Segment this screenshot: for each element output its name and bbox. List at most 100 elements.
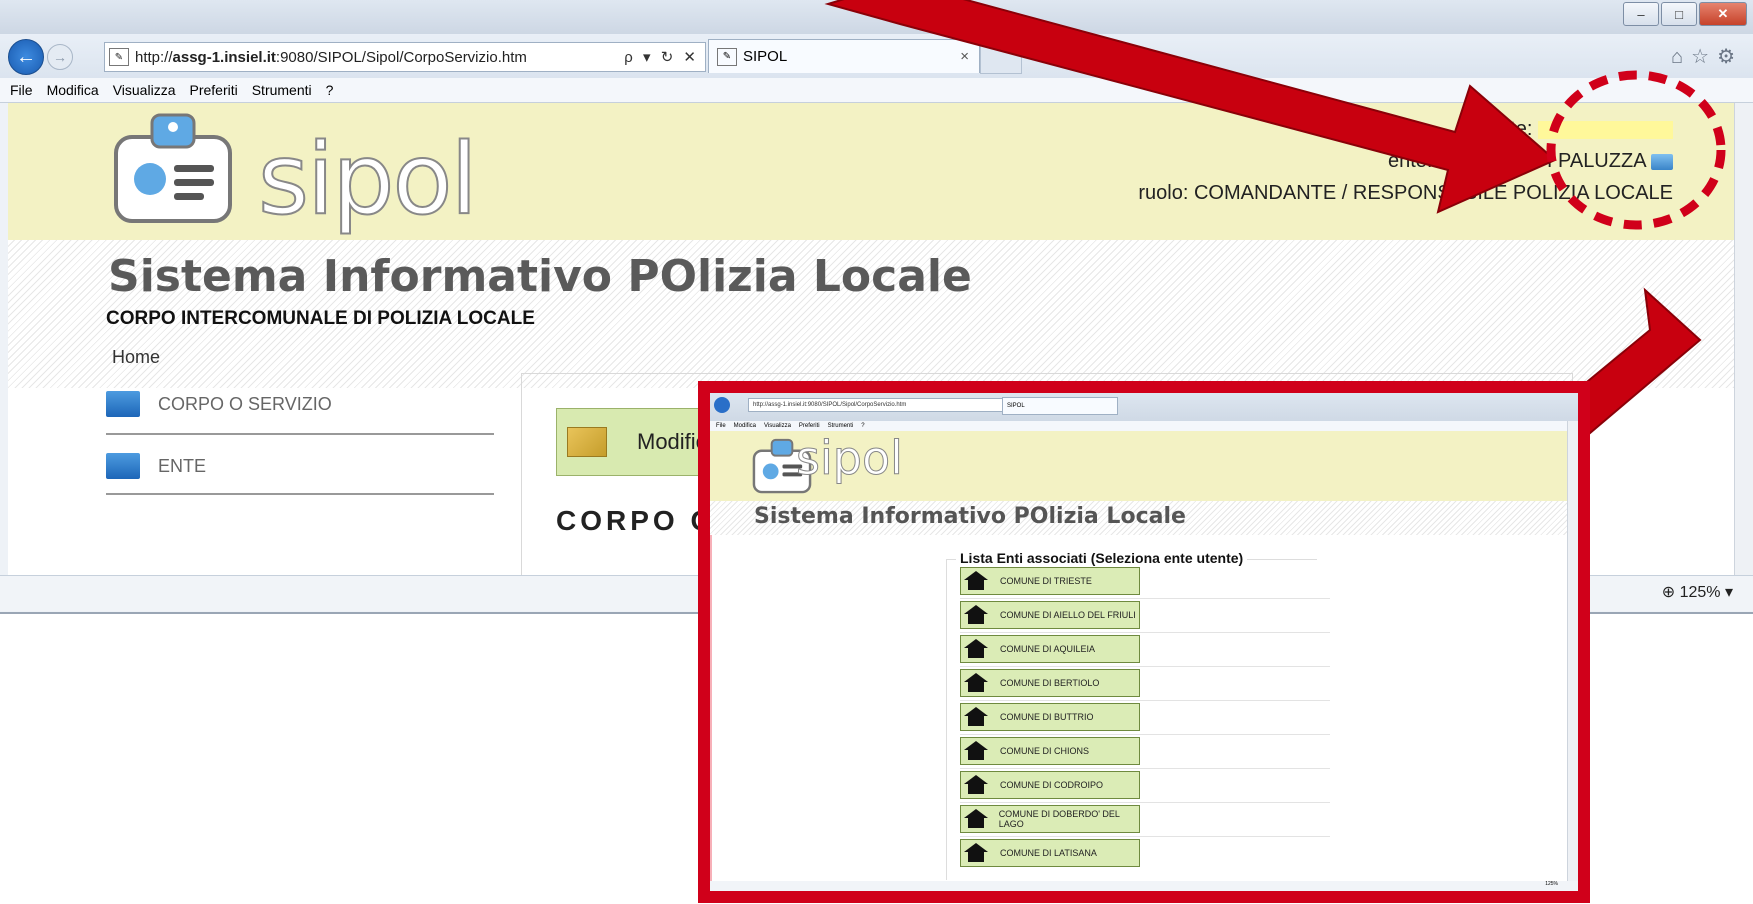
sidebar-item-label: ENTE — [158, 455, 207, 476]
ente-button[interactable]: COMUNE DI TRIESTE — [960, 567, 1140, 595]
system-name: Sistema Informativo POlizia Locale — [108, 251, 972, 302]
menu-file[interactable]: File — [10, 82, 33, 98]
inset-menu-item: Modifica — [733, 423, 757, 429]
folder-icon — [106, 453, 140, 479]
inset-menu-bar: File Modifica Visualizza Preferiti Strum… — [710, 421, 1578, 431]
utente-label: utente: — [1138, 113, 1673, 145]
ente-button[interactable]: COMUNE DI AQUILEIA — [960, 635, 1140, 663]
inset-navigation-bar: http://assg-1.insiel.it:9080/SIPOL/Sipol… — [710, 393, 1578, 421]
ente-label: COMUNE DI CODROIPO — [1000, 780, 1104, 790]
zoomed-inset: http://assg-1.insiel.it:9080/SIPOL/Sipol… — [698, 381, 1590, 903]
ente-label: COMUNE DI BERTIOLO — [1000, 678, 1100, 688]
navigation-bar: ← → ✎ http://assg-1.insiel.it:9080/SIPOL… — [0, 34, 1753, 78]
house-icon — [964, 605, 988, 625]
ente-label: COMUNE DI AIELLO DEL FRIULI — [1000, 610, 1136, 620]
ente-button[interactable]: COMUNE DI BUTTRIO — [960, 703, 1140, 731]
url-prefix: http:// — [135, 48, 173, 66]
menu-bar: File Modifica Visualizza Preferiti Strum… — [0, 78, 1753, 103]
favicon-icon: ✎ — [109, 48, 129, 66]
sidebar-divider — [106, 433, 494, 435]
ente-button[interactable]: COMUNE DI LATISANA — [960, 839, 1140, 867]
folder-icon — [106, 391, 140, 417]
ente-label: COMUNE DI DOBERDO' DEL LAGO — [998, 809, 1120, 829]
url-path: :9080/SIPOL/Sipol/CorpoServizio.htm — [275, 48, 527, 66]
ente-label: COMUNE DI AQUILEIA — [1000, 644, 1096, 654]
tab-close-icon[interactable]: × — [960, 48, 969, 65]
arrow-left-icon: ← — [16, 45, 36, 68]
edit-icon — [567, 427, 607, 457]
row-divider — [960, 836, 1330, 837]
menu-strumenti[interactable]: Strumenti — [252, 82, 312, 98]
title-bar: – □ ✕ — [0, 0, 1753, 34]
ente-label: COMUNE DI TRIESTE — [1000, 576, 1092, 586]
vertical-scrollbar[interactable] — [1734, 103, 1753, 575]
ente-button[interactable]: COMUNE DI CHIONS — [960, 737, 1140, 765]
ruolo-label: ruolo: COMANDANTE / RESPONSABILE POLIZIA… — [1138, 182, 1673, 204]
username-redacted — [1538, 120, 1673, 139]
inset-list-title: Lista Enti associati (Seleziona ente ute… — [956, 550, 1248, 566]
inset-logo-text: sipol — [796, 431, 904, 486]
badge-logo-icon — [114, 113, 232, 223]
window-controls: – □ ✕ — [1623, 2, 1747, 26]
ente-label: ente: COMUNE DI PALUZZA — [1138, 145, 1673, 177]
house-icon — [964, 741, 988, 761]
star-icon[interactable]: ☆ — [1691, 46, 1717, 68]
inset-tab: SIPOL — [1002, 397, 1118, 415]
row-divider — [960, 734, 1330, 735]
switch-ente-icon[interactable] — [1651, 153, 1673, 170]
inset-system-name: Sistema Informativo POlizia Locale — [754, 504, 1186, 529]
ente-label: COMUNE DI LATISANA — [1000, 848, 1097, 858]
house-icon — [964, 673, 988, 693]
browser-toolbar-icons: ⌂☆⚙ — [1671, 44, 1743, 69]
gear-icon[interactable]: ⚙ — [1717, 46, 1743, 68]
sidebar-item-label: CORPO O SERVIZIO — [158, 393, 332, 414]
maximize-button[interactable]: □ — [1661, 2, 1697, 26]
menu-help[interactable]: ? — [326, 82, 334, 98]
zoom-level[interactable]: ⊕ 125% ▾ — [1662, 582, 1733, 602]
inset-menu-item: ? — [861, 423, 865, 429]
menu-visualizza[interactable]: Visualizza — [113, 82, 176, 98]
logo-text: sipol — [257, 122, 479, 238]
row-divider — [960, 666, 1330, 667]
tab-title: SIPOL — [743, 48, 788, 65]
close-button[interactable]: ✕ — [1699, 2, 1747, 26]
inset-scrollbar — [1567, 421, 1578, 881]
ente-button[interactable]: COMUNE DI DOBERDO' DEL LAGO — [960, 805, 1140, 833]
row-divider — [960, 598, 1330, 599]
zoom-icon: ⊕ — [1661, 584, 1676, 601]
address-tools[interactable]: ρ ▾ ↻ ✕ — [624, 48, 699, 66]
house-icon — [964, 639, 988, 659]
sidebar-item-corpo[interactable]: CORPO O SERVIZIO — [106, 391, 332, 417]
ente-button[interactable]: COMUNE DI BERTIOLO — [960, 669, 1140, 697]
ente-button[interactable]: COMUNE DI CODROIPO — [960, 771, 1140, 799]
home-icon[interactable]: ⌂ — [1671, 46, 1691, 68]
row-divider — [960, 700, 1330, 701]
modify-button[interactable]: Modific — [556, 408, 708, 476]
ente-label: COMUNE DI CHIONS — [1000, 746, 1090, 756]
sidebar-divider — [106, 493, 494, 495]
inset-menu-item: File — [716, 423, 726, 429]
row-divider — [960, 632, 1330, 633]
new-tab-button[interactable] — [980, 39, 1022, 74]
inset-menu-item: Strumenti — [827, 423, 854, 429]
house-icon — [964, 775, 988, 795]
forward-button[interactable]: → — [47, 44, 73, 70]
ente-button[interactable]: COMUNE DI AIELLO DEL FRIULI — [960, 601, 1140, 629]
breadcrumb-home[interactable]: Home — [112, 347, 160, 368]
inset-zoom-level: 125% — [710, 881, 1578, 891]
menu-modifica[interactable]: Modifica — [47, 82, 99, 98]
inset-address-bar: http://assg-1.insiel.it:9080/SIPOL/Sipol… — [748, 398, 1004, 412]
favicon-icon: ✎ — [717, 47, 737, 66]
user-info: utente: ente: COMUNE DI PALUZZA ruolo: C… — [1138, 113, 1673, 209]
inset-back-icon — [714, 397, 730, 413]
corpo-title: CORPO INTERCOMUNALE DI POLIZIA LOCALE — [106, 308, 535, 329]
ente-label: COMUNE DI BUTTRIO — [1000, 712, 1094, 722]
inset-menu-item: Preferiti — [798, 423, 820, 429]
house-icon — [964, 571, 988, 591]
address-bar[interactable]: ✎ http://assg-1.insiel.it:9080/SIPOL/Sip… — [104, 42, 706, 72]
tab-sipol[interactable]: ✎ SIPOL × — [708, 39, 980, 73]
minimize-button[interactable]: – — [1623, 2, 1659, 26]
menu-preferiti[interactable]: Preferiti — [189, 82, 237, 98]
back-button[interactable]: ← — [8, 39, 44, 75]
sidebar-item-ente[interactable]: ENTE — [106, 453, 206, 479]
